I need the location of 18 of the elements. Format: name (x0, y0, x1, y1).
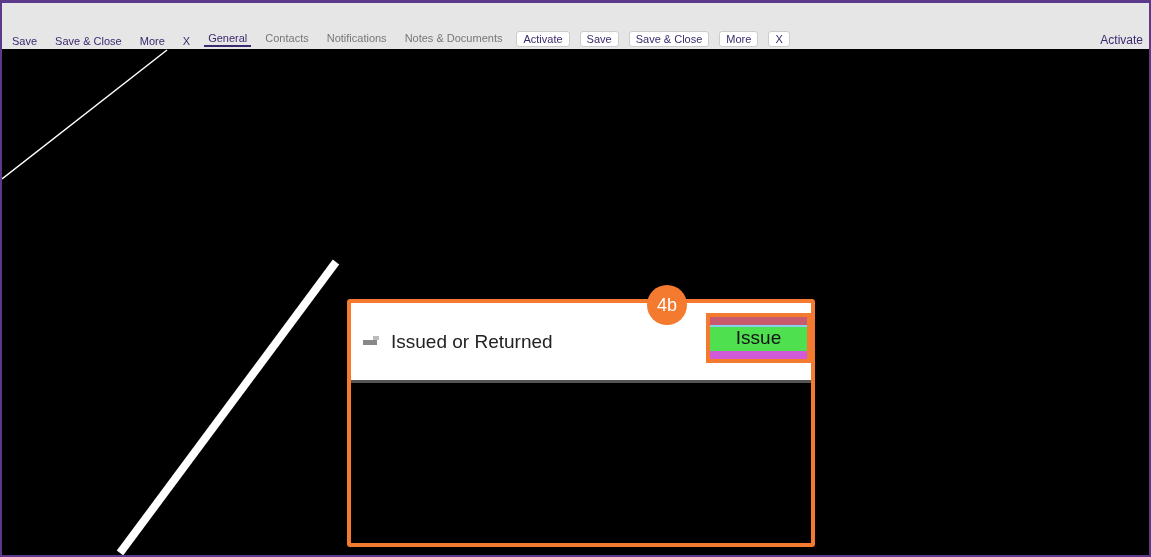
tab[interactable]: Notifications (322, 32, 391, 47)
toolbar-button[interactable]: Save & Close (628, 31, 710, 47)
tab[interactable]: Notes & Documents (400, 32, 507, 47)
activate-link[interactable]: Activate (1100, 33, 1143, 47)
tab[interactable]: Contacts (261, 32, 313, 47)
issue-button[interactable]: Issue (706, 313, 811, 363)
toolbar-button[interactable]: Activate (516, 31, 570, 47)
toolbar-button[interactable]: Save (8, 35, 42, 47)
toggle-icon (363, 335, 381, 348)
step-badge: 4b (647, 285, 687, 325)
toolbar-button[interactable]: More (135, 35, 169, 47)
toolbar-button[interactable]: X (768, 31, 790, 47)
toolbar-button[interactable]: X (178, 35, 195, 47)
toolbar-button[interactable]: Save & Close (51, 35, 126, 47)
toolbar-button[interactable]: More (719, 31, 759, 47)
toolbar-button[interactable]: Save (579, 31, 619, 47)
tab[interactable]: General (204, 32, 252, 47)
dialog-title: Issued or Returned (391, 330, 553, 353)
